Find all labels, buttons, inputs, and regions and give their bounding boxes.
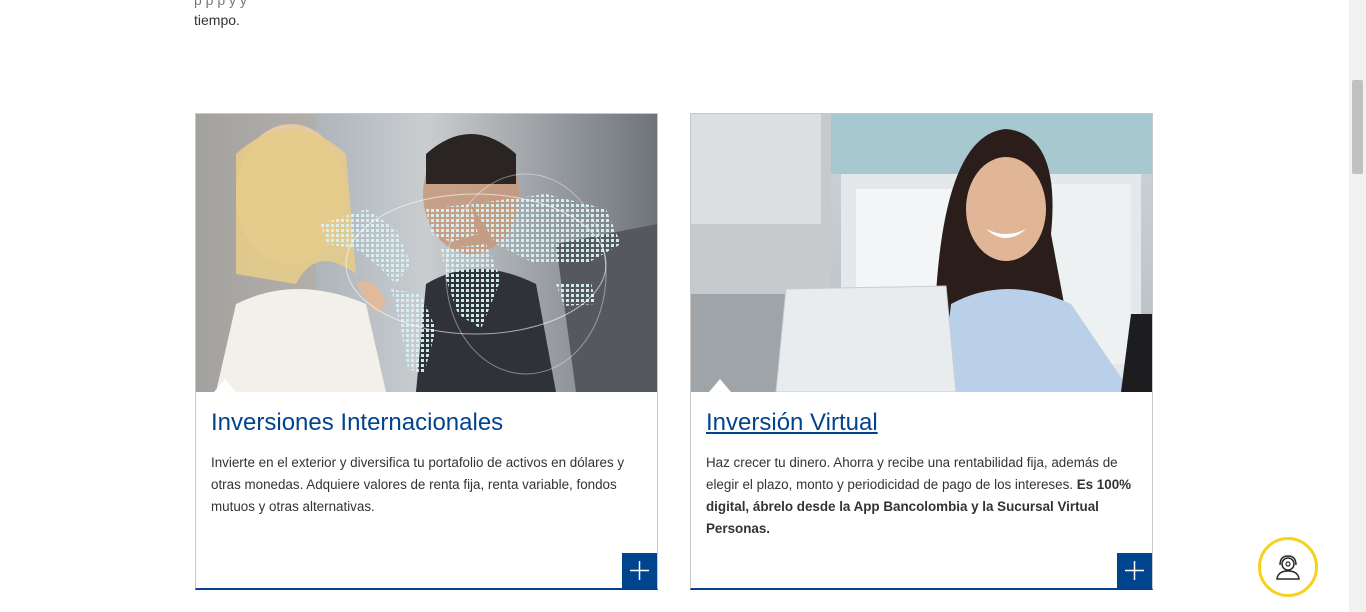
intro-text: p p p y y tiempo. — [194, 0, 794, 30]
card-title-link[interactable]: Inversión Virtual — [706, 409, 878, 436]
plus-icon — [630, 561, 649, 580]
card-description: Haz crecer tu dinero. Ahorra y recibe un… — [706, 452, 1142, 540]
card-inversiones-internacionales: Inversiones Internacionales Invierte en … — [195, 113, 658, 590]
plus-icon — [1125, 561, 1144, 580]
card-inversion-virtual: Inversión Virtual Haz crecer tu dinero. … — [690, 113, 1153, 590]
woman-laptop-photo — [691, 114, 1152, 392]
card-description-text: Haz crecer tu dinero. Ahorra y recibe un… — [706, 455, 1118, 492]
intro-cut-line: p p p y y — [194, 0, 247, 8]
image-notch — [214, 379, 236, 392]
card-description: Invierte en el exterior y diversifica tu… — [211, 455, 625, 514]
world-map-photo — [196, 114, 657, 392]
support-agent-icon — [1276, 555, 1300, 580]
chat-support-button[interactable] — [1258, 537, 1318, 597]
expand-button[interactable] — [1117, 553, 1152, 588]
card-title: Inversión Virtual — [706, 408, 878, 438]
card-title: Inversiones Internacionales — [211, 409, 504, 436]
image-notch — [709, 379, 731, 392]
scrollbar-thumb[interactable] — [1352, 80, 1363, 174]
intro-line: tiempo. — [194, 12, 240, 28]
page-scrollbar[interactable] — [1349, 0, 1366, 612]
expand-button[interactable] — [622, 553, 657, 588]
